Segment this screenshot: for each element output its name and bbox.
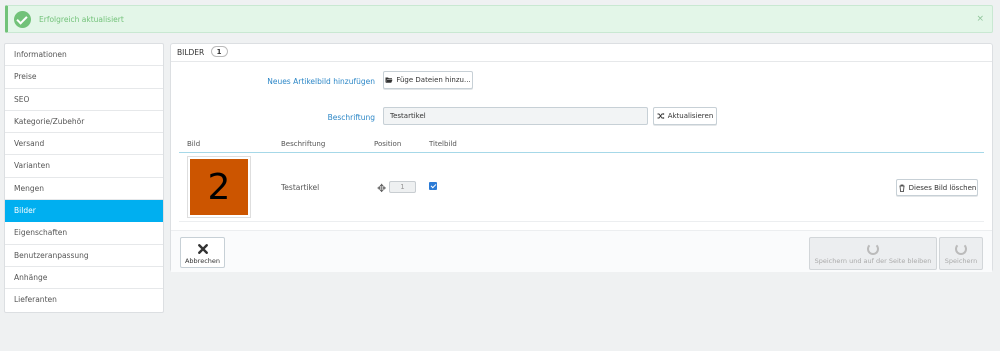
sidebar-item-versand[interactable]: Versand — [5, 133, 163, 156]
update-label: Aktualisieren — [667, 112, 714, 120]
product-tabs-sidebar: Informationen Preise SEO Kategorie/Zubeh… — [4, 43, 164, 313]
table-header-divider — [179, 152, 984, 153]
sidebar-item-varianten[interactable]: Varianten — [5, 155, 163, 178]
move-arrows-icon[interactable]: ✥ — [377, 182, 386, 195]
shuffle-icon — [657, 113, 665, 119]
sidebar-item-informationen[interactable]: Informationen — [5, 44, 163, 67]
image-count-badge: 1 — [210, 46, 228, 57]
trash-icon — [899, 184, 905, 192]
close-icon[interactable]: × — [976, 14, 984, 24]
sidebar-item-benutzeranpassung[interactable]: Benutzeranpassung — [5, 245, 163, 267]
success-alert: Erfolgreich aktualisiert × — [5, 5, 993, 33]
spinner-icon — [867, 243, 879, 255]
sidebar-item-mengen[interactable]: Mengen — [5, 178, 163, 201]
sidebar-item-anhaenge[interactable]: Anhänge — [5, 267, 163, 290]
save-button[interactable]: Speichern — [939, 237, 983, 270]
add-files-button[interactable]: Füge Dateien hinzu... — [383, 71, 473, 89]
caption-input[interactable]: Testartikel — [383, 107, 648, 125]
table-row-divider — [179, 221, 984, 222]
position-input: 1 — [389, 181, 416, 193]
delete-image-label: Dieses Bild löschen — [908, 183, 977, 192]
save-and-stay-label: Speichern und auf der Seite bleiben — [814, 257, 932, 265]
column-header-caption: Beschriftung — [281, 140, 326, 148]
thumbnail-image: 2 — [190, 159, 248, 215]
spinner-icon — [955, 243, 967, 255]
panel-title: BILDER — [177, 48, 205, 57]
panel-header: BILDER 1 — [171, 44, 992, 62]
check-circle-icon — [14, 11, 31, 28]
add-files-label: Füge Dateien hinzu... — [396, 76, 471, 84]
images-panel: BILDER 1 Neues Artikelbild hinzufügen Fü… — [170, 43, 993, 272]
save-and-stay-button[interactable]: Speichern und auf der Seite bleiben — [809, 237, 937, 270]
sidebar-item-seo[interactable]: SEO — [5, 89, 163, 111]
image-thumbnail[interactable]: 2 — [187, 156, 251, 218]
cancel-button[interactable]: Abbrechen — [180, 237, 225, 268]
save-label: Speichern — [944, 257, 978, 265]
delete-image-button[interactable]: Dieses Bild löschen — [896, 179, 978, 196]
sidebar-item-preise[interactable]: Preise — [5, 66, 163, 89]
sidebar-item-kategorie-zubehoer[interactable]: Kategorie/Zubehör — [5, 111, 163, 134]
column-header-image: Bild — [187, 140, 201, 148]
caption-label: Beschriftung — [327, 113, 375, 122]
folder-open-icon — [385, 77, 393, 83]
column-header-position: Position — [374, 140, 402, 148]
sidebar-item-eigenschaften[interactable]: Eigenschaften — [5, 222, 163, 245]
row-caption: Testartikel — [281, 183, 320, 192]
cancel-label: Abbrechen — [184, 257, 221, 265]
update-button[interactable]: Aktualisieren — [653, 107, 717, 125]
sidebar-item-bilder[interactable]: Bilder — [5, 200, 163, 223]
sidebar-item-lieferanten[interactable]: Lieferanten — [5, 289, 163, 311]
alert-message: Erfolgreich aktualisiert — [39, 15, 124, 24]
new-image-label: Neues Artikelbild hinzufügen — [267, 77, 375, 86]
panel-footer: Abbrechen Speichern und auf der Seite bl… — [171, 230, 992, 272]
column-header-cover: Titelbild — [429, 140, 457, 148]
cover-checkbox[interactable] — [429, 182, 437, 190]
close-icon — [197, 244, 208, 254]
